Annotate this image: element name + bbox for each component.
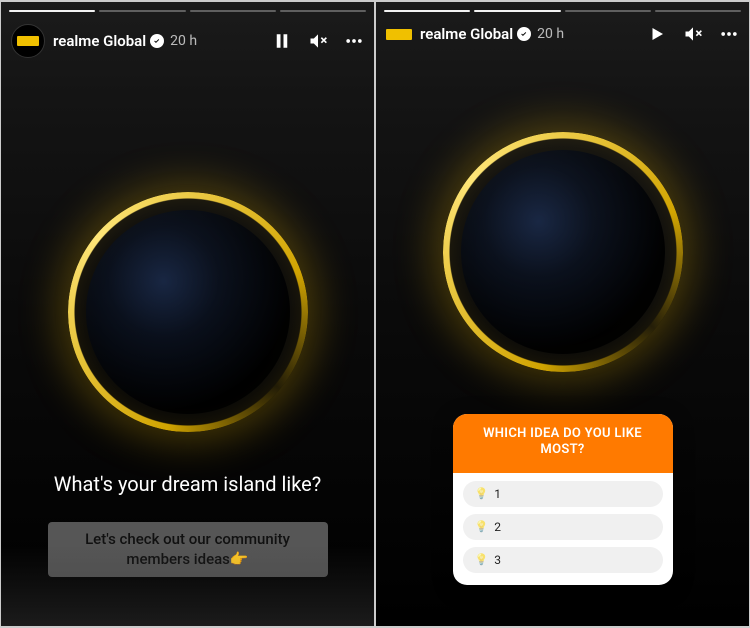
lightbulb-icon: 💡 bbox=[475, 487, 489, 500]
poll-sticker: WHICH IDEA DO YOU LIKE MOST? 💡 1 💡 2 💡 3 bbox=[453, 414, 673, 585]
progress-segment bbox=[384, 10, 470, 12]
poll-option-label: 1 bbox=[494, 487, 501, 501]
poll-question: WHICH IDEA DO YOU LIKE MOST? bbox=[453, 414, 673, 473]
hero-lens-graphic bbox=[443, 132, 683, 372]
lens-glass-icon bbox=[461, 150, 665, 354]
progress-segment bbox=[9, 10, 95, 12]
mute-icon[interactable] bbox=[683, 24, 703, 44]
poll-option[interactable]: 💡 1 bbox=[463, 481, 663, 507]
story-right[interactable]: realme Global 20 h WHICH IDEA DO YOU LIK… bbox=[376, 2, 749, 626]
story-controls bbox=[647, 24, 739, 44]
progress-segments bbox=[9, 10, 366, 12]
poll-option-label: 3 bbox=[494, 553, 501, 567]
lens-glass-icon bbox=[86, 210, 290, 414]
pause-button[interactable] bbox=[272, 31, 292, 51]
avatar[interactable] bbox=[11, 24, 45, 58]
timestamp: 20 h bbox=[170, 33, 197, 49]
progress-segment bbox=[474, 10, 560, 12]
hero-lens-graphic bbox=[68, 192, 308, 432]
progress-segment bbox=[99, 10, 185, 12]
story-left[interactable]: realme Global 20 h What's your dream isl… bbox=[1, 2, 374, 626]
story-controls bbox=[272, 31, 364, 51]
mute-icon[interactable] bbox=[308, 31, 328, 51]
poll-option[interactable]: 💡 2 bbox=[463, 514, 663, 540]
story-header: realme Global 20 h bbox=[11, 24, 364, 58]
progress-segment bbox=[565, 10, 651, 12]
brand-logo-icon bbox=[17, 36, 39, 46]
progress-segment bbox=[655, 10, 741, 12]
poll-option[interactable]: 💡 3 bbox=[463, 547, 663, 573]
progress-segments bbox=[384, 10, 741, 12]
headline-text: What's your dream island like? bbox=[1, 472, 374, 496]
more-options-icon[interactable] bbox=[719, 24, 739, 44]
play-button[interactable] bbox=[647, 24, 667, 44]
lightbulb-icon: 💡 bbox=[475, 553, 489, 566]
verified-badge-icon bbox=[517, 27, 531, 41]
timestamp: 20 h bbox=[537, 26, 564, 42]
lightbulb-icon: 💡 bbox=[475, 520, 489, 533]
brand-logo-icon[interactable] bbox=[386, 29, 412, 40]
poll-option-label: 2 bbox=[494, 520, 501, 534]
account-name[interactable]: realme Global bbox=[53, 32, 146, 50]
more-options-icon[interactable] bbox=[344, 31, 364, 51]
verified-badge-icon bbox=[150, 34, 164, 48]
bottom-gradient bbox=[1, 546, 374, 626]
story-header: realme Global 20 h bbox=[386, 24, 739, 44]
progress-segment bbox=[190, 10, 276, 12]
poll-options: 💡 1 💡 2 💡 3 bbox=[453, 473, 673, 585]
account-name[interactable]: realme Global bbox=[420, 25, 513, 43]
progress-segment bbox=[280, 10, 366, 12]
